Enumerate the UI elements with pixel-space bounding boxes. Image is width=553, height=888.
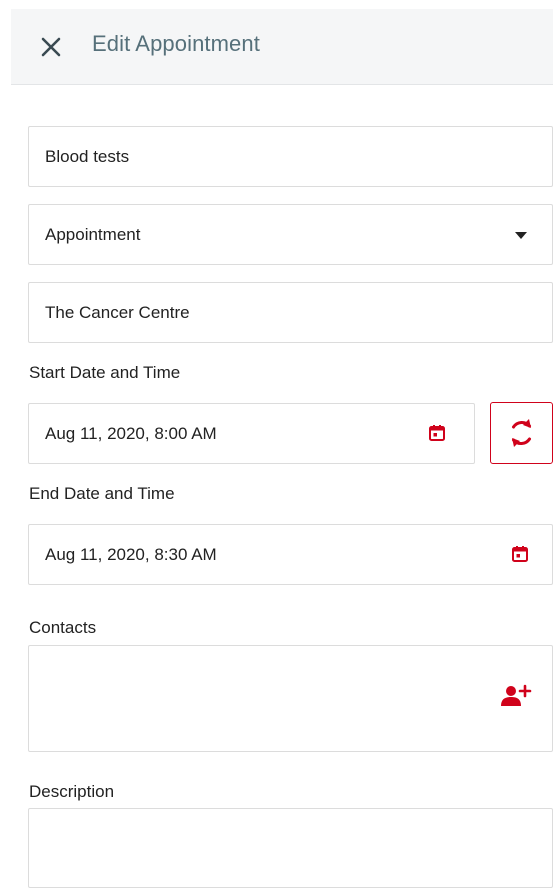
close-button[interactable] (37, 33, 65, 61)
start-date-value: Aug 11, 2020, 8:00 AM (45, 423, 217, 443)
description-input[interactable] (28, 808, 553, 888)
contacts-field[interactable] (28, 645, 553, 752)
title-input-value: Blood tests (45, 146, 130, 166)
end-date-label: End Date and Time (29, 484, 175, 503)
dropdown-arrow-icon (515, 232, 527, 239)
calendar-icon[interactable] (510, 544, 530, 564)
app-header: Edit Appointment (11, 9, 553, 85)
contacts-label: Contacts (29, 618, 97, 637)
calendar-icon[interactable] (427, 423, 447, 443)
page-title: Edit Appointment (92, 31, 260, 56)
end-date-value: Aug 11, 2020, 8:30 AM (45, 544, 217, 564)
location-input-value: The Cancer Centre (45, 302, 190, 322)
title-input[interactable]: Blood tests (28, 126, 553, 187)
location-input[interactable]: The Cancer Centre (28, 282, 553, 343)
refresh-button[interactable] (490, 402, 553, 464)
refresh-icon (512, 419, 531, 447)
end-date-input[interactable]: Aug 11, 2020, 8:30 AM (28, 524, 553, 585)
close-icon (41, 37, 61, 57)
type-select-value: Appointment (45, 224, 141, 244)
type-select[interactable]: Appointment (28, 204, 553, 265)
description-label: Description (29, 782, 115, 801)
add-person-icon[interactable] (501, 684, 533, 708)
start-date-label: Start Date and Time (29, 363, 181, 382)
start-date-input[interactable]: Aug 11, 2020, 8:00 AM (28, 403, 475, 464)
